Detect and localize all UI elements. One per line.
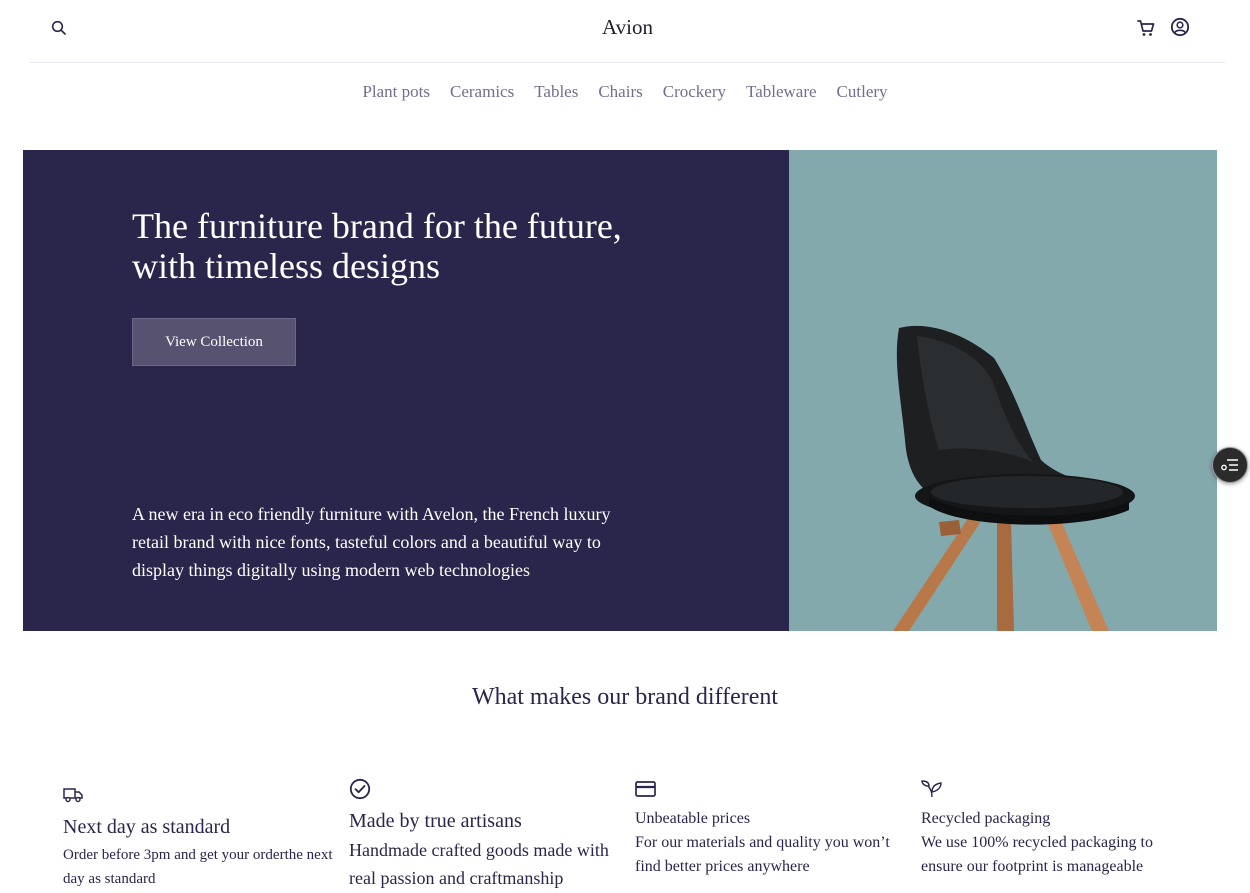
feature-text: We use 100% recycled packaging to ensure…	[921, 834, 1153, 875]
feature-heading: Unbeatable prices	[635, 810, 751, 827]
feature-text: For our materials and quality you won’t …	[635, 834, 890, 875]
hero-text-panel: The furniture brand for the future, with…	[23, 150, 789, 631]
credit-card-icon	[635, 781, 656, 797]
feature-text: Handmade crafted goods made with real pa…	[349, 840, 609, 888]
nav-item-tableware[interactable]: Tableware	[746, 82, 817, 102]
site-header: Avion	[30, 0, 1225, 63]
hero-description: A new era in eco friendly furniture with…	[132, 504, 611, 580]
category-nav: Plant pots Ceramics Tables Chairs Crocke…	[0, 82, 1250, 102]
floating-menu-button[interactable]	[1212, 447, 1248, 483]
sprout-icon	[921, 780, 942, 798]
feature-heading: Made by true artisans	[349, 810, 522, 832]
nav-item-plant-pots[interactable]: Plant pots	[362, 82, 430, 102]
feature-heading: Recycled packaging	[921, 810, 1051, 827]
user-icon[interactable]	[1170, 17, 1190, 37]
nav-item-ceramics[interactable]: Ceramics	[450, 82, 514, 102]
nav-item-chairs[interactable]: Chairs	[598, 82, 642, 102]
features-title: What makes our brand different	[471, 684, 779, 710]
cart-icon[interactable]	[1136, 18, 1156, 38]
hero-image-panel	[789, 150, 1217, 631]
nav-item-crockery[interactable]: Crockery	[663, 82, 726, 102]
nav-item-cutlery[interactable]: Cutlery	[837, 82, 888, 102]
nav-item-tables[interactable]: Tables	[534, 82, 578, 102]
view-collection-button[interactable]: View Collection	[132, 318, 296, 366]
feature-heading: Next day as standard	[63, 816, 231, 838]
hero-section: The furniture brand for the future, with…	[23, 150, 1217, 631]
hero-title: The furniture brand for the future, with…	[132, 206, 622, 286]
feature-text: Order before 3pm and get your orderthe n…	[63, 847, 333, 887]
brand-logo[interactable]: Avion	[30, 15, 1225, 40]
chair-image	[893, 325, 1135, 631]
delivery-truck-icon	[63, 788, 83, 803]
check-circle-icon	[349, 778, 371, 800]
list-settings-icon	[1221, 459, 1238, 471]
